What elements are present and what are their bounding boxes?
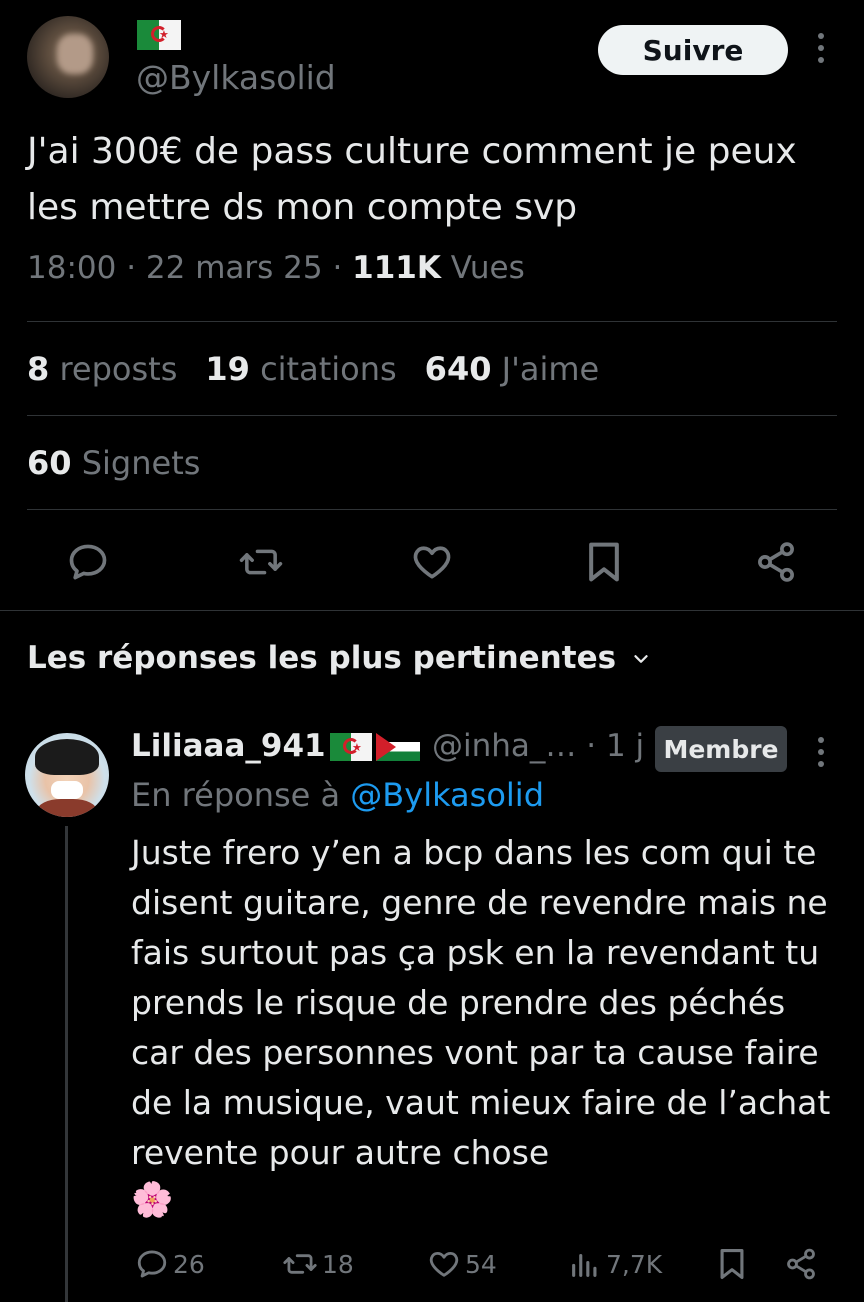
bookmark-icon[interactable] <box>583 540 625 584</box>
views-icon <box>572 1253 597 1277</box>
reply-avatar[interactable] <box>25 733 109 817</box>
reply-icon <box>137 1250 167 1278</box>
mention-link[interactable]: @Bylkasolid <box>350 776 544 814</box>
views-label: Vues <box>440 250 525 286</box>
author-handle[interactable]: @Bylkasolid <box>136 58 336 97</box>
divider <box>0 610 864 611</box>
tweet-text: J'ai 300€ de pass culture comment je peu… <box>27 131 797 228</box>
chevron-down-icon <box>630 642 652 678</box>
reply-views-action[interactable]: 7,7K <box>568 1244 662 1284</box>
tweet-time[interactable]: 18:00 <box>27 250 116 286</box>
author-avatar[interactable] <box>27 16 109 98</box>
reply-count: 26 <box>173 1249 205 1279</box>
more-options-icon[interactable] <box>812 30 830 72</box>
views-count: 111K <box>352 250 441 286</box>
tweet-date[interactable]: 22 mars 25 <box>146 250 323 286</box>
repost-icon[interactable] <box>238 540 284 584</box>
reply-share-action[interactable] <box>784 1244 822 1284</box>
reply-like-action[interactable]: 54 <box>427 1244 497 1284</box>
reply-repost-action[interactable]: 18 <box>282 1244 354 1284</box>
like-icon[interactable] <box>410 540 454 584</box>
reply-time[interactable]: · 1 j <box>576 728 644 764</box>
member-badge: Membre <box>655 726 787 772</box>
meta-separator: · <box>116 250 146 286</box>
reply-bookmark-action[interactable] <box>716 1244 752 1284</box>
views-count: 7,7K <box>606 1249 663 1279</box>
replies-sort-dropdown[interactable]: Les réponses les plus pertinentes <box>27 640 652 678</box>
share-icon[interactable] <box>754 540 798 584</box>
reply-more-options-icon[interactable] <box>812 734 830 776</box>
in-reply-prefix: En réponse à <box>131 776 351 814</box>
in-reply-to: En réponse à @Bylkasolid <box>131 776 544 814</box>
follow-button[interactable]: Suivre <box>598 25 788 75</box>
like-icon <box>429 1251 459 1277</box>
divider <box>27 509 837 510</box>
tweet-stats: 8 reposts 19 citations 640 J'aime <box>27 350 599 388</box>
cherry-blossom-emoji: 🌸 <box>131 1180 174 1220</box>
replies-section-title: Les réponses les plus pertinentes <box>27 640 617 676</box>
reply-meta: @inha_… · 1 j <box>432 728 644 764</box>
reply-author-handle[interactable]: @inha_… <box>432 728 576 764</box>
repost-count: 18 <box>322 1249 354 1279</box>
reply-author-name[interactable]: Liliaaa_941 <box>131 728 326 764</box>
tweet-meta: 18:00 · 22 mars 25 · 111K Vues <box>27 250 525 286</box>
thread-line <box>65 826 68 1302</box>
divider <box>27 415 837 416</box>
bookmarks-stat[interactable]: 60 Signets <box>27 444 200 482</box>
likes-stat[interactable]: 640 J'aime <box>425 350 600 388</box>
reply-text: Juste frero y’en a bcp dans les com qui … <box>131 833 831 1172</box>
bookmark-icon <box>720 1248 744 1280</box>
like-count: 54 <box>465 1249 497 1279</box>
reply-icon[interactable] <box>66 540 110 584</box>
share-icon <box>787 1248 815 1280</box>
palestine-flag-icon <box>376 733 420 761</box>
quotes-stat[interactable]: 19 citations <box>205 350 396 388</box>
reposts-stat[interactable]: 8 reposts <box>27 350 177 388</box>
divider <box>27 321 837 322</box>
algeria-flag-icon: ★ <box>137 20 181 50</box>
algeria-flag-icon: ★ <box>330 733 372 761</box>
reply-reply-action[interactable]: 26 <box>135 1244 205 1284</box>
reply-header: Liliaaa_941 <box>131 728 326 764</box>
meta-separator: · <box>322 250 353 286</box>
repost-icon <box>283 1254 317 1274</box>
